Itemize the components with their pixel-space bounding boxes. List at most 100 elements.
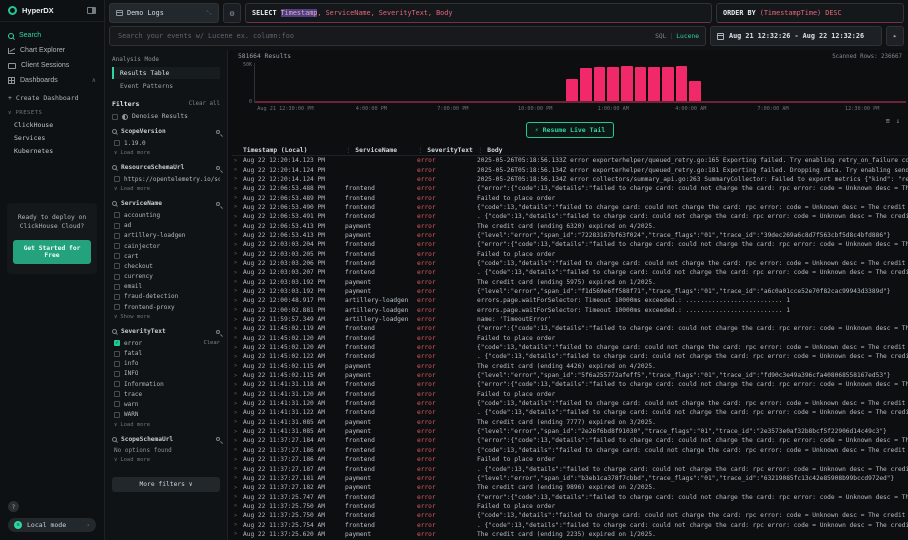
row-expand-chevron[interactable]: > xyxy=(234,176,243,182)
row-expand-chevron[interactable]: > xyxy=(234,335,243,341)
checkbox-icon[interactable] xyxy=(114,412,120,418)
row-expand-chevron[interactable]: > xyxy=(234,307,243,313)
checkbox-icon[interactable] xyxy=(114,401,120,407)
column-header-servicename[interactable]: ServiceName xyxy=(345,147,417,154)
pin-icon[interactable] xyxy=(216,202,220,206)
row-expand-chevron[interactable]: > xyxy=(234,158,243,164)
select-clause-input[interactable]: SELECT Timestamp, ServiceName, SeverityT… xyxy=(245,3,712,23)
presets-label[interactable]: ∨ PRESETS xyxy=(0,106,104,118)
row-expand-chevron[interactable]: > xyxy=(234,466,243,472)
row-expand-chevron[interactable]: > xyxy=(234,438,243,444)
sidebar-preset-clickhouse[interactable]: ClickHouse xyxy=(0,118,104,131)
table-row[interactable]: >Aug 22 11:41:31.085 AMpaymenterror{"lev… xyxy=(234,427,908,436)
table-row[interactable]: >Aug 22 12:03:03.192 PMpaymenterrorThe c… xyxy=(234,277,908,286)
filter-option[interactable]: email xyxy=(112,282,220,292)
clear-all-link[interactable]: Clear all xyxy=(189,101,220,107)
table-row[interactable]: >Aug 22 12:03:03.204 PMfrontenderror{"er… xyxy=(234,240,908,249)
more-filters-button[interactable]: More filters ∨ xyxy=(112,477,220,492)
table-row[interactable]: >Aug 22 12:06:53.488 PMfrontenderror{"er… xyxy=(234,184,908,193)
filter-option[interactable]: Information xyxy=(112,379,220,389)
sidebar-preset-services[interactable]: Services xyxy=(0,131,104,144)
table-row[interactable]: >Aug 22 11:41:31.120 AMfrontenderrorFail… xyxy=(234,390,908,399)
row-expand-chevron[interactable]: > xyxy=(234,195,243,201)
table-row[interactable]: >Aug 22 11:37:27.186 AMfrontenderrorFail… xyxy=(234,455,908,464)
table-row[interactable]: >Aug 22 11:41:31.122 AMfrontenderror. {"… xyxy=(234,408,908,417)
table-row[interactable]: >Aug 22 11:37:25.620 AMpaymenterrorThe c… xyxy=(234,530,908,539)
row-expand-chevron[interactable]: > xyxy=(234,429,243,435)
table-row[interactable]: >Aug 22 12:20:14.123 PMerror2025-05-26T0… xyxy=(234,156,908,165)
filter-option[interactable]: WARN xyxy=(112,410,220,420)
load-more-link[interactable]: ∨Load more xyxy=(112,420,220,428)
row-expand-chevron[interactable]: > xyxy=(234,214,243,220)
sidebar-item-search[interactable]: Search xyxy=(0,28,104,43)
row-expand-chevron[interactable]: > xyxy=(234,485,243,491)
source-select[interactable]: Demo Logs ⌃⌄ xyxy=(109,3,219,23)
table-row[interactable]: >Aug 22 11:37:27.187 AMfrontenderror. {"… xyxy=(234,464,908,473)
row-expand-chevron[interactable]: > xyxy=(234,186,243,192)
table-row[interactable]: >Aug 22 11:59:57.349 AMartillery-loadgen… xyxy=(234,315,908,324)
filter-option[interactable]: trace xyxy=(112,389,220,399)
checkbox-icon[interactable] xyxy=(114,212,120,218)
search-input[interactable] xyxy=(110,27,705,45)
table-row[interactable]: >Aug 22 11:37:25.754 AMfrontenderror. {"… xyxy=(234,520,908,529)
table-row[interactable]: >Aug 22 11:45:02.119 AMfrontenderror{"er… xyxy=(234,324,908,333)
filter-option[interactable]: info xyxy=(112,359,220,369)
table-row[interactable]: >Aug 22 11:37:25.747 AMfrontenderror{"er… xyxy=(234,492,908,501)
clear-filter-link[interactable]: Clear xyxy=(203,340,220,346)
filter-option[interactable]: https://opentelemetry.io/schem… xyxy=(112,174,220,184)
filter-option[interactable]: warn xyxy=(112,399,220,409)
checkbox-icon[interactable] xyxy=(114,263,120,269)
download-icon[interactable]: ↓ xyxy=(896,117,900,125)
date-range-picker[interactable]: Aug 21 12:32:26 - Aug 22 12:32:26 xyxy=(710,26,882,46)
row-expand-chevron[interactable]: > xyxy=(234,279,243,285)
resume-live-tail-button[interactable]: ⚡ Resume Live Tail xyxy=(526,122,615,138)
collapse-sidebar-icon[interactable] xyxy=(87,7,96,14)
table-row[interactable]: >Aug 22 11:41:31.085 AMpaymenterrorThe c… xyxy=(234,418,908,427)
checkbox-icon[interactable] xyxy=(114,223,120,229)
row-expand-chevron[interactable]: > xyxy=(234,373,243,379)
checkbox-icon[interactable] xyxy=(114,351,120,357)
checkbox-icon[interactable] xyxy=(114,371,120,377)
table-row[interactable]: >Aug 22 11:37:27.181 AMpaymenterror{"lev… xyxy=(234,474,908,483)
sql-toggle[interactable]: SQL xyxy=(655,33,666,40)
row-expand-chevron[interactable]: > xyxy=(234,345,243,351)
checkbox-icon[interactable] xyxy=(114,294,120,300)
filter-option[interactable]: accounting xyxy=(112,210,220,220)
orderby-clause-input[interactable]: ORDER BY (TimestampTime) DESC xyxy=(716,3,904,23)
table-row[interactable]: >Aug 22 11:37:27.182 AMpaymenterrorThe c… xyxy=(234,483,908,492)
row-expand-chevron[interactable]: > xyxy=(234,326,243,332)
table-row[interactable]: >Aug 22 12:00:02.881 PMartillery-loadgen… xyxy=(234,306,908,315)
help-button[interactable]: ? xyxy=(8,501,19,512)
filter-option[interactable]: checkout xyxy=(112,261,220,271)
row-expand-chevron[interactable]: > xyxy=(234,260,243,266)
analysis-mode-results-table[interactable]: Results Table xyxy=(112,67,220,79)
checkbox-icon[interactable] xyxy=(114,391,120,397)
row-expand-chevron[interactable]: > xyxy=(234,167,243,173)
checkbox-icon[interactable] xyxy=(112,114,118,120)
analysis-mode-event-patterns[interactable]: Event Patterns xyxy=(112,80,220,92)
table-row[interactable]: >Aug 22 12:06:53.490 PMfrontenderror{"co… xyxy=(234,203,908,212)
filter-option[interactable]: fraud-detection xyxy=(112,292,220,302)
table-row[interactable]: >Aug 22 11:41:31.118 AMfrontenderror{"er… xyxy=(234,380,908,389)
row-expand-chevron[interactable]: > xyxy=(234,457,243,463)
row-expand-chevron[interactable]: > xyxy=(234,354,243,360)
row-expand-chevron[interactable]: > xyxy=(234,513,243,519)
filter-option[interactable]: ad xyxy=(112,221,220,231)
get-started-button[interactable]: Get Started for Free xyxy=(13,240,91,264)
row-expand-chevron[interactable]: > xyxy=(234,391,243,397)
run-query-button[interactable]: ▸ xyxy=(886,26,904,46)
load-more-link[interactable]: ∨Load more xyxy=(112,455,220,463)
sidebar-preset-kubernetes[interactable]: Kubernetes xyxy=(0,144,104,157)
row-expand-chevron[interactable]: > xyxy=(234,382,243,388)
results-histogram[interactable]: 50K 0 xyxy=(238,63,906,103)
load-more-link[interactable]: ∨Load more xyxy=(112,184,220,192)
row-expand-chevron[interactable]: > xyxy=(234,232,243,238)
source-settings-button[interactable]: ⚙ xyxy=(223,3,241,23)
table-row[interactable]: >Aug 22 12:06:53.491 PMfrontenderror. {"… xyxy=(234,212,908,221)
table-row[interactable]: >Aug 22 12:03:03.207 PMfrontenderror. {"… xyxy=(234,268,908,277)
row-expand-chevron[interactable]: > xyxy=(234,251,243,257)
filter-option[interactable]: 1.19.0 xyxy=(112,138,220,148)
filter-option[interactable]: INFO xyxy=(112,369,220,379)
checkbox-icon[interactable] xyxy=(114,140,120,146)
row-expand-chevron[interactable]: > xyxy=(234,531,243,537)
